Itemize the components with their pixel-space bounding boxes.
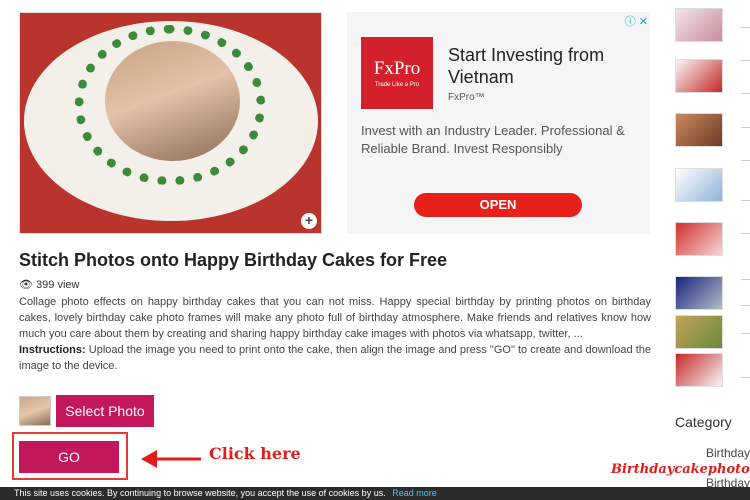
fxpro-logo: FxPro Trade Like a Pro — [361, 37, 433, 109]
ad-body: Invest with an Industry Leader. Professi… — [361, 123, 625, 156]
instructions-label: Instructions: — [19, 344, 86, 356]
sidebar-divider — [741, 233, 750, 234]
advertisement[interactable]: ⓘ ✕ FxPro Trade Like a Pro Start Investi… — [347, 12, 650, 234]
sidebar-thumb-2[interactable] — [675, 59, 723, 93]
instructions-text: Upload the image you need to print onto … — [19, 344, 651, 372]
sidebar-divider — [741, 305, 750, 306]
sidebar-divider — [741, 160, 750, 161]
page-title: Stitch Photos onto Happy Birthday Cakes … — [19, 250, 448, 270]
uploaded-photo-thumbnail — [19, 396, 51, 426]
cookie-banner: This site uses cookies. By continuing to… — [0, 487, 750, 500]
eye-icon: 👁 — [19, 279, 33, 291]
zoom-icon[interactable]: + — [301, 213, 317, 229]
cookie-text: This site uses cookies. By continuing to… — [14, 488, 386, 498]
sidebar-divider — [741, 200, 750, 201]
arrow-left-icon — [141, 450, 201, 468]
child-photo — [105, 41, 240, 161]
select-photo-button[interactable]: Select Photo — [56, 395, 154, 427]
sidebar-divider — [741, 60, 750, 61]
sidebar-thumb-4[interactable] — [675, 168, 723, 202]
sidebar-thumb-5[interactable] — [675, 222, 723, 256]
sidebar-thumb-1[interactable] — [675, 8, 723, 42]
sidebar-thumb-3[interactable] — [675, 113, 723, 147]
sidebar-thumb-6[interactable] — [675, 276, 723, 310]
sidebar-divider — [741, 333, 750, 334]
sidebar-thumb-8[interactable] — [675, 353, 723, 387]
cake-photo-preview: + — [19, 12, 322, 234]
ad-headline[interactable]: Start Investing from Vietnam — [448, 44, 638, 88]
sidebar-divider — [741, 93, 750, 94]
post-description: Collage photo effects on happy birthday … — [19, 296, 651, 372]
category-heading: Category — [675, 414, 732, 430]
ad-info-close-icon[interactable]: ⓘ ✕ — [625, 13, 648, 29]
click-here-hint: Click here — [209, 444, 301, 463]
sidebar-divider — [741, 279, 750, 280]
sidebar-divider — [741, 377, 750, 378]
sidebar-divider — [741, 27, 750, 28]
view-count: 👁 399 view — [19, 279, 80, 291]
sidebar-divider — [741, 127, 750, 128]
sidebar-thumb-7[interactable] — [675, 315, 723, 349]
go-button[interactable]: GO — [19, 441, 119, 473]
ad-brand: FxPro™ — [448, 92, 485, 103]
site-watermark: Birthdaycakephoto.net — [611, 462, 750, 477]
ad-open-button[interactable]: OPEN — [414, 193, 582, 217]
category-item-birthday[interactable]: Birthday — [706, 446, 750, 460]
cookie-read-more-link[interactable]: Read more — [392, 488, 437, 498]
